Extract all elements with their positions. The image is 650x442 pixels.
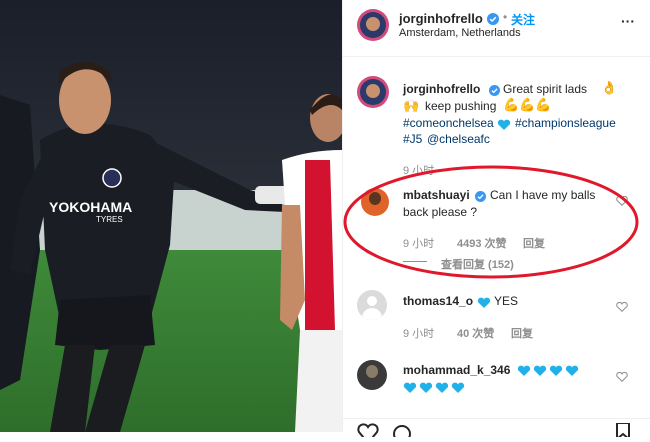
comment-username[interactable]: mohammad_k_346: [403, 363, 510, 377]
sponsor-text: YOKOHAMA: [49, 199, 132, 215]
blue-hearts-row1-icon: [517, 363, 581, 381]
comment-avatar[interactable]: [357, 290, 387, 320]
post-photo[interactable]: YOKOHAMA TYRES: [0, 0, 342, 432]
post-side-panel: jorginhofrello • 关注 Amsterdam, Netherlan…: [342, 0, 650, 442]
comment-reply-button[interactable]: 回复: [511, 325, 533, 341]
comment-icon[interactable]: [391, 423, 413, 442]
save-bookmark-icon[interactable]: [615, 422, 631, 442]
comment-avatar[interactable]: [357, 360, 387, 390]
red-highlight-circle: [343, 165, 639, 279]
comment-like-heart-icon[interactable]: [616, 300, 628, 313]
blue-hearts-row2-icon: [403, 380, 467, 398]
like-heart-icon[interactable]: [357, 423, 379, 442]
blue-heart-icon: [477, 295, 493, 313]
comment-time: 9 小时: [403, 328, 435, 340]
comment-like-heart-icon[interactable]: [616, 370, 628, 383]
photo-illustration: YOKOHAMA TYRES: [0, 0, 342, 432]
sponsor-subtext: TYRES: [96, 215, 123, 224]
comment-likes-count[interactable]: 40 次赞: [457, 325, 494, 341]
comment-username[interactable]: thomas14_o: [403, 294, 473, 308]
action-bar: [343, 418, 650, 442]
comment-text: YES: [494, 294, 519, 308]
